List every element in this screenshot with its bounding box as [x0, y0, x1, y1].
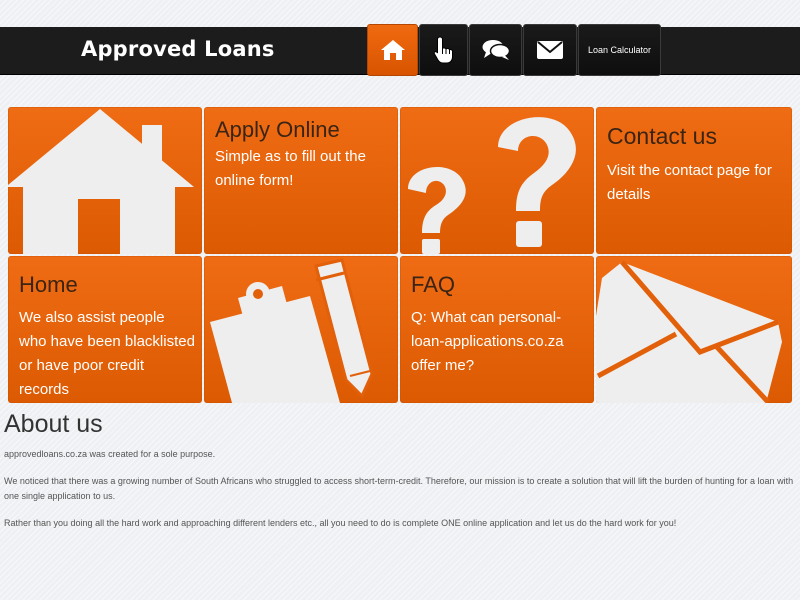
hand-pointer-icon: [433, 36, 453, 64]
envelope-icon: [596, 260, 782, 403]
question-marks-icon: [408, 117, 576, 254]
about-paragraph: We noticed that there was a growing numb…: [4, 476, 794, 501]
house-icon: [8, 109, 194, 254]
tile-text: Simple as to fill out the online form!: [215, 148, 366, 189]
tile-contact-us[interactable]: Contact us Visit the contact page for de…: [596, 107, 792, 254]
nav-apply-button[interactable]: [419, 24, 468, 76]
nav-contact-button[interactable]: [523, 24, 577, 76]
tile-title: Apply Online: [215, 117, 340, 142]
tile-title: Home: [19, 272, 78, 297]
top-navbar: Approved Loans Loan Calculator: [0, 24, 800, 76]
tile-text: Visit the contact page for details: [607, 162, 772, 203]
about-paragraph: Rather than you doing all the hard work …: [4, 518, 677, 528]
tile-text: Q: What can personal-loan-applications.c…: [411, 309, 564, 374]
envelope-icon: [537, 41, 563, 59]
tile-apply-online[interactable]: Apply Online Simple as to fill out the o…: [204, 107, 398, 254]
tile-email[interactable]: [596, 256, 792, 403]
tile-home[interactable]: Home We also assist people who have been…: [8, 256, 202, 403]
tile-faq[interactable]: FAQ Q: What can personal-loan-applicatio…: [400, 256, 594, 403]
tile-house[interactable]: [8, 107, 202, 254]
home-icon: [380, 40, 405, 60]
tile-application-form[interactable]: [204, 256, 398, 403]
tile-questions[interactable]: [400, 107, 594, 254]
tile-title: Contact us: [607, 123, 717, 149]
loan-calculator-label: Loan Calculator: [587, 45, 652, 55]
site-brand[interactable]: Approved Loans: [81, 37, 275, 61]
clipboard-pencil-icon: [210, 258, 374, 403]
tile-text: We also assist people who have been blac…: [19, 309, 195, 398]
nav-loan-calculator-button[interactable]: Loan Calculator: [578, 24, 661, 76]
about-heading: About us: [4, 410, 103, 438]
tile-title: FAQ: [411, 272, 456, 297]
nav-chat-button[interactable]: [469, 24, 522, 76]
chat-bubbles-icon: [482, 40, 510, 60]
nav-home-button[interactable]: [367, 24, 418, 76]
about-section: About us approvedloans.co.za was created…: [4, 410, 798, 543]
feature-tiles: Apply Online Simple as to fill out the o…: [8, 107, 792, 403]
about-paragraph: approvedloans.co.za was created for a so…: [4, 449, 216, 459]
